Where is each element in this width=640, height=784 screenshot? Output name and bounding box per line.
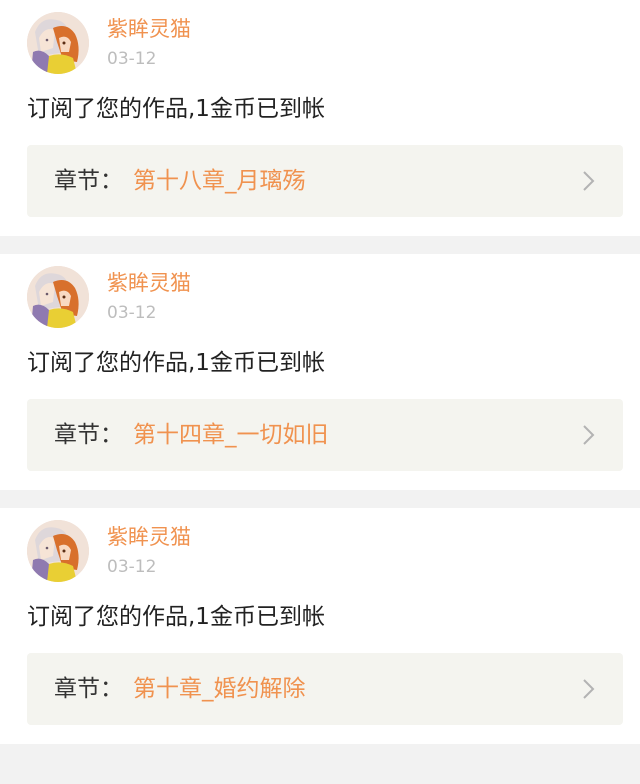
chapter-link[interactable]: 章节： 第十四章_一切如旧 [27, 399, 623, 471]
notification-feed: 紫眸灵猫 03-12 订阅了您的作品,1金币已到帐 章节： 第十八章_月璃殇 紫… [0, 0, 640, 784]
username[interactable]: 紫眸灵猫 [107, 269, 191, 297]
timestamp: 03-12 [107, 49, 157, 69]
notification-message: 订阅了您的作品,1金币已到帐 [27, 604, 325, 630]
chapter-title: 第十四章_一切如旧 [133, 422, 329, 448]
notification-card: 紫眸灵猫 03-12 订阅了您的作品,1金币已到帐 章节： 第十章_婚约解除 [0, 508, 640, 744]
chapter-label: 章节： [54, 168, 123, 194]
anime-avatar-image [27, 520, 89, 582]
user-avatar[interactable] [27, 520, 89, 582]
notification-message: 订阅了您的作品,1金币已到帐 [27, 96, 325, 122]
chapter-label: 章节： [54, 422, 123, 448]
notification-message: 订阅了您的作品,1金币已到帐 [27, 350, 325, 376]
chevron-right-icon [583, 171, 595, 191]
anime-avatar-image [27, 266, 89, 328]
chevron-right-icon [583, 425, 595, 445]
timestamp: 03-12 [107, 557, 157, 577]
chapter-link[interactable]: 章节： 第十八章_月璃殇 [27, 145, 623, 217]
user-avatar[interactable] [27, 266, 89, 328]
user-avatar[interactable] [27, 12, 89, 74]
chapter-title: 第十章_婚约解除 [133, 676, 306, 702]
timestamp: 03-12 [107, 303, 157, 323]
chapter-link[interactable]: 章节： 第十章_婚约解除 [27, 653, 623, 725]
chevron-right-icon [583, 679, 595, 699]
username[interactable]: 紫眸灵猫 [107, 523, 191, 551]
chapter-label: 章节： [54, 676, 123, 702]
notification-card: 紫眸灵猫 03-12 订阅了您的作品,1金币已到帐 章节： 第十八章_月璃殇 [0, 0, 640, 236]
card-divider [0, 236, 640, 254]
chapter-title: 第十八章_月璃殇 [133, 168, 306, 194]
notification-card: 紫眸灵猫 03-12 订阅了您的作品,1金币已到帐 章节： 第十四章_一切如旧 [0, 254, 640, 490]
anime-avatar-image [27, 12, 89, 74]
card-divider [0, 490, 640, 508]
username[interactable]: 紫眸灵猫 [107, 15, 191, 43]
